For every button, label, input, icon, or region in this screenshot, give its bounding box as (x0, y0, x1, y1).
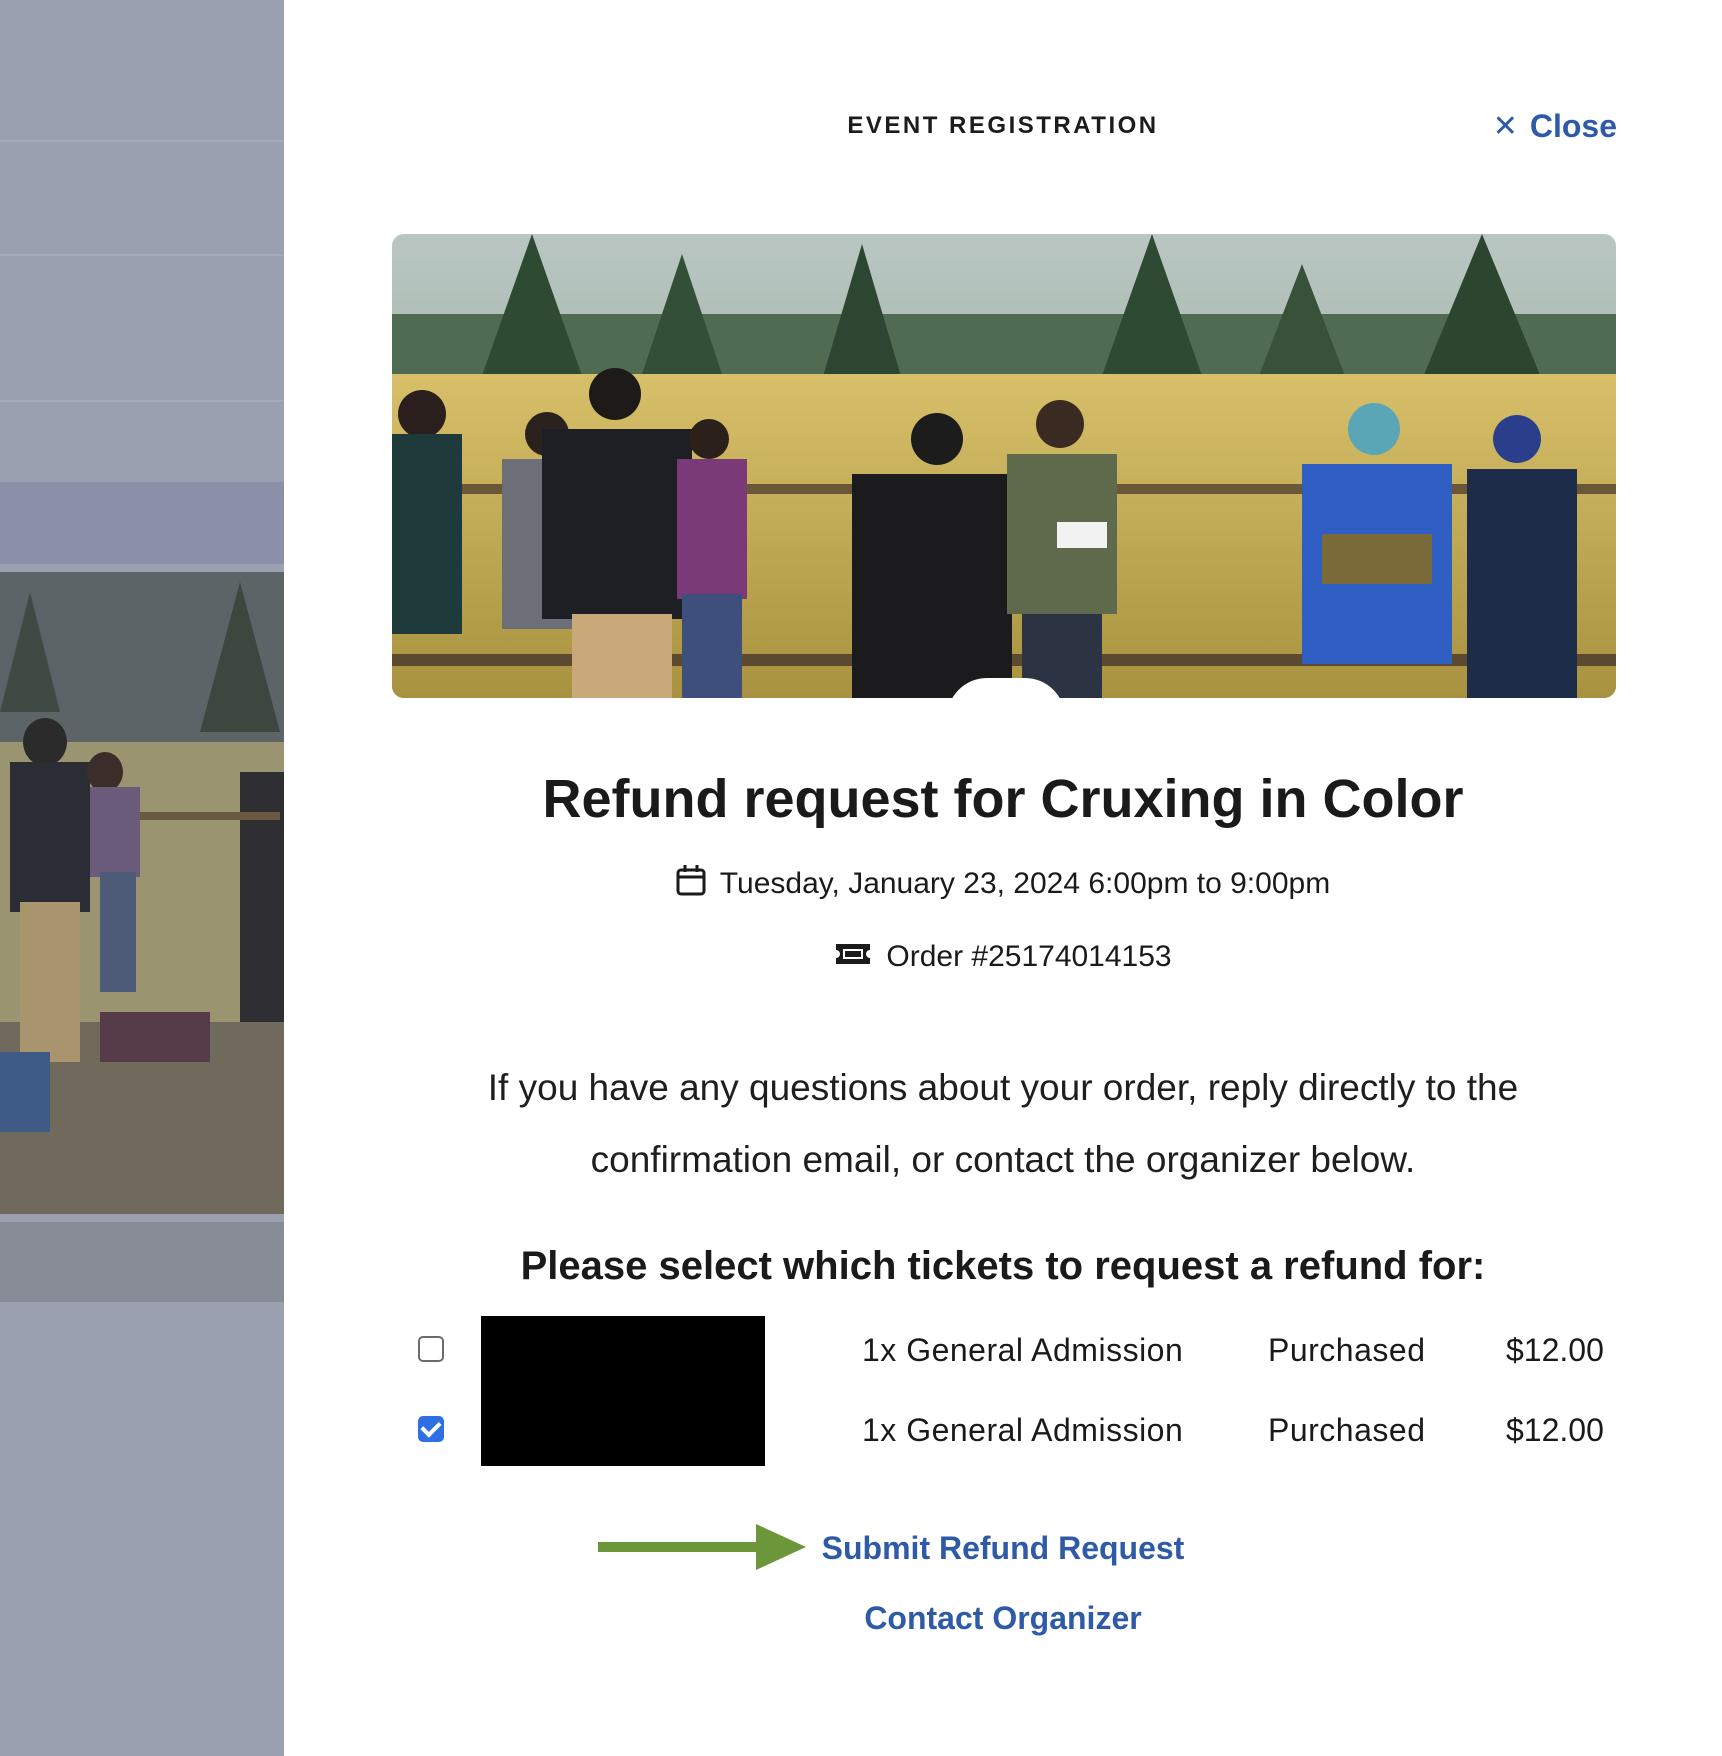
event-banner-image (392, 234, 1616, 698)
info-text: If you have any questions about your ord… (487, 1067, 1519, 1180)
calendar-icon (676, 864, 706, 904)
close-label: Close (1529, 108, 1617, 144)
ticket-name: 1x General Admission (862, 1412, 1184, 1448)
submit-refund-request-button[interactable]: Submit Refund Request (284, 1530, 1722, 1567)
ticket-name: 1x General Admission (862, 1332, 1184, 1368)
background-event-photo (0, 572, 284, 1214)
ticket-status: Purchased (1268, 1412, 1426, 1448)
ticket-price: $12.00 (1506, 1412, 1604, 1448)
ticket-checkbox[interactable] (418, 1336, 444, 1362)
event-date-text: Tuesday, January 23, 2024 6:00pm to 9:00… (719, 867, 1331, 900)
background-page-overlay (0, 0, 284, 1756)
event-date: Tuesday, January 23, 2024 6:00pm to 9:00… (284, 864, 1722, 904)
redacted-attendee-names (481, 1316, 765, 1466)
background-row (0, 402, 284, 482)
contact-organizer-link[interactable]: Contact Organizer (284, 1600, 1722, 1637)
ticket-checkbox[interactable] (418, 1416, 444, 1442)
refund-request-panel: EVENT REGISTRATION ✕ Close Refund reques… (284, 0, 1722, 1756)
background-row (0, 1222, 284, 1302)
background-row (0, 142, 284, 256)
ticket-icon (834, 940, 872, 974)
order-number-text: Order #25174014153 (886, 940, 1172, 973)
ticket-select-heading: Please select which tickets to request a… (520, 1244, 1486, 1288)
page-title: Refund request for Cruxing in Color (542, 769, 1464, 829)
background-row (0, 0, 284, 142)
ticket-status: Purchased (1268, 1332, 1426, 1368)
close-button[interactable]: ✕ Close (1493, 108, 1617, 145)
organizer-avatar-placeholder (947, 678, 1065, 718)
background-highlight-band (0, 482, 284, 564)
close-icon: ✕ (1492, 109, 1518, 143)
order-number: Order #25174014153 (284, 940, 1722, 974)
ticket-price: $12.00 (1506, 1332, 1604, 1368)
background-row (0, 256, 284, 402)
